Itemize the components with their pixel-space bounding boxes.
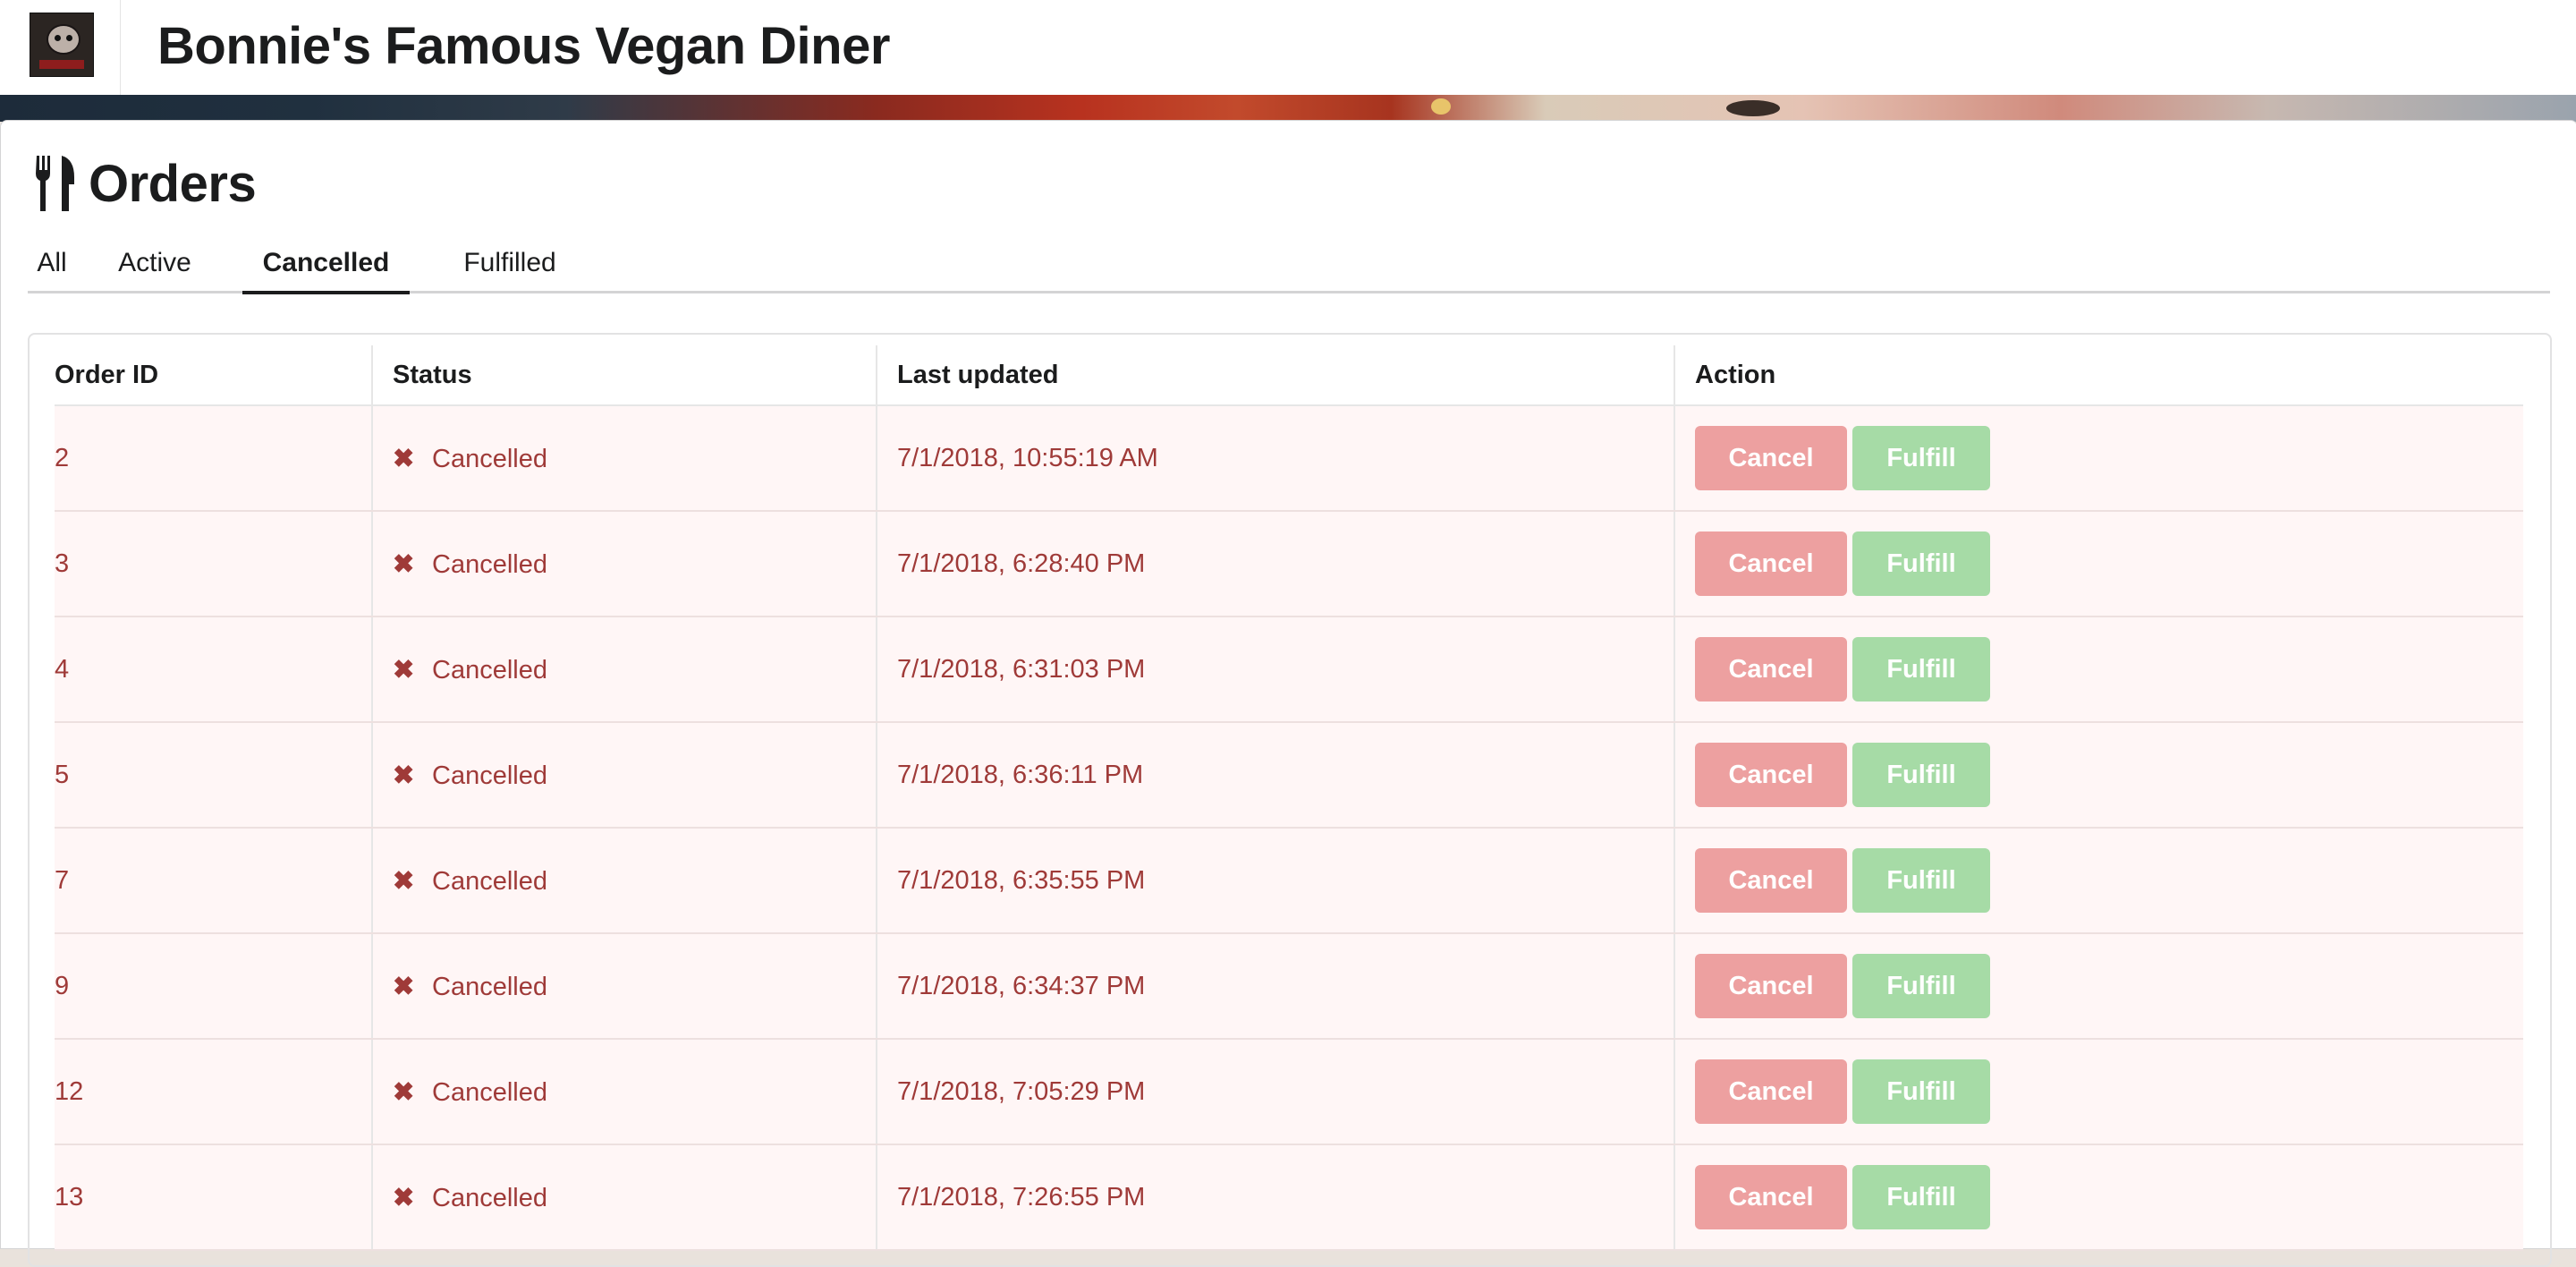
- table-row: 5 ✖ Cancelled 7/1/2018, 6:36:11 PM Cancel…: [55, 722, 2523, 829]
- page-header: Orders: [35, 151, 257, 216]
- table-row: 4 ✖ Cancelled 7/1/2018, 6:31:03 PM Cancel…: [55, 616, 2523, 723]
- status-text: Cancelled: [432, 866, 547, 896]
- cancel-x-icon: ✖: [393, 655, 415, 685]
- cancel-x-icon: ✖: [393, 1183, 415, 1212]
- last-updated-cell: 7/1/2018, 6:34:37 PM: [876, 933, 1674, 1040]
- fulfill-button[interactable]: Fulfill: [1852, 637, 1990, 702]
- status-cell: ✖ Cancelled: [371, 511, 877, 617]
- order-id-cell: 13: [55, 1144, 372, 1251]
- cancel-button[interactable]: Cancel: [1695, 426, 1847, 490]
- action-cell: Cancel Fulfill: [1674, 1144, 2523, 1251]
- fulfill-button[interactable]: Fulfill: [1852, 426, 1990, 490]
- last-updated-cell: 7/1/2018, 7:26:55 PM: [876, 1144, 1674, 1251]
- order-id-cell: 2: [55, 405, 372, 512]
- status-cell: ✖ Cancelled: [371, 405, 877, 512]
- table-header-row: Order ID Status Last updated Action: [55, 345, 2523, 406]
- action-cell: Cancel Fulfill: [1674, 1039, 2523, 1145]
- order-id-cell: 3: [55, 511, 372, 617]
- order-filter-tabs: All Active Cancelled Fulfilled: [28, 241, 2550, 294]
- column-header-order-id[interactable]: Order ID: [55, 345, 372, 406]
- cancel-x-icon: ✖: [393, 761, 415, 790]
- last-updated-cell: 7/1/2018, 6:35:55 PM: [876, 828, 1674, 934]
- app-title[interactable]: Bonnie's Famous Vegan Diner: [157, 0, 890, 95]
- action-cell: Cancel Fulfill: [1674, 405, 2523, 512]
- status-text: Cancelled: [432, 1183, 547, 1212]
- diner-logo-icon: [30, 13, 94, 77]
- column-header-action[interactable]: Action: [1674, 345, 2523, 406]
- cancel-button[interactable]: Cancel: [1695, 848, 1847, 913]
- cancel-button[interactable]: Cancel: [1695, 743, 1847, 807]
- last-updated-cell: 7/1/2018, 7:05:29 PM: [876, 1039, 1674, 1145]
- order-id-cell: 5: [55, 722, 372, 829]
- action-cell: Cancel Fulfill: [1674, 616, 2523, 723]
- header-background-photo: [0, 95, 2576, 122]
- last-updated-cell: 7/1/2018, 6:31:03 PM: [876, 616, 1674, 723]
- logo-menu-item[interactable]: [0, 0, 121, 95]
- table-row: 3 ✖ Cancelled 7/1/2018, 6:28:40 PM Cancel…: [55, 511, 2523, 617]
- last-updated-cell: 7/1/2018, 6:28:40 PM: [876, 511, 1674, 617]
- cancel-x-icon: ✖: [393, 972, 415, 1001]
- action-cell: Cancel Fulfill: [1674, 933, 2523, 1040]
- cancel-button[interactable]: Cancel: [1695, 531, 1847, 596]
- status-text: Cancelled: [432, 761, 547, 790]
- orders-panel: Orders All Active Cancelled Fulfilled Or…: [0, 120, 2576, 1267]
- cancel-button[interactable]: Cancel: [1695, 1059, 1847, 1124]
- status-cell: ✖ Cancelled: [371, 722, 877, 829]
- fulfill-button[interactable]: Fulfill: [1852, 743, 1990, 807]
- fulfill-button[interactable]: Fulfill: [1852, 1165, 1990, 1229]
- status-cell: ✖ Cancelled: [371, 828, 877, 934]
- status-text: Cancelled: [432, 655, 547, 685]
- action-cell: Cancel Fulfill: [1674, 722, 2523, 829]
- status-cell: ✖ Cancelled: [371, 1039, 877, 1145]
- fulfill-button[interactable]: Fulfill: [1852, 848, 1990, 913]
- cancel-x-icon: ✖: [393, 444, 415, 473]
- status-text: Cancelled: [432, 1077, 547, 1107]
- orders-table: Order ID Status Last updated Action 2 ✖ C…: [55, 345, 2523, 1251]
- fulfill-button[interactable]: Fulfill: [1852, 531, 1990, 596]
- last-updated-cell: 7/1/2018, 6:36:11 PM: [876, 722, 1674, 829]
- table-row: 9 ✖ Cancelled 7/1/2018, 6:34:37 PM Cancel…: [55, 933, 2523, 1040]
- cancel-x-icon: ✖: [393, 866, 415, 896]
- fulfill-button[interactable]: Fulfill: [1852, 954, 1990, 1018]
- tab-all[interactable]: All: [28, 241, 76, 291]
- action-cell: Cancel Fulfill: [1674, 511, 2523, 617]
- tab-fulfilled[interactable]: Fulfilled: [430, 241, 589, 291]
- top-menu-bar: Bonnie's Famous Vegan Diner: [0, 0, 2576, 96]
- table-row: 12 ✖ Cancelled 7/1/2018, 7:05:29 PM Cance…: [55, 1039, 2523, 1145]
- status-text: Cancelled: [432, 444, 547, 473]
- order-id-cell: 9: [55, 933, 372, 1040]
- status-cell: ✖ Cancelled: [371, 933, 877, 1040]
- cancel-x-icon: ✖: [393, 1077, 415, 1107]
- fulfill-button[interactable]: Fulfill: [1852, 1059, 1990, 1124]
- action-cell: Cancel Fulfill: [1674, 828, 2523, 934]
- column-header-status[interactable]: Status: [371, 345, 877, 406]
- tab-active[interactable]: Active: [105, 241, 205, 291]
- order-id-cell: 12: [55, 1039, 372, 1145]
- cancel-button[interactable]: Cancel: [1695, 637, 1847, 702]
- table-row: 13 ✖ Cancelled 7/1/2018, 7:26:55 PM Cance…: [55, 1144, 2523, 1251]
- page-title: Orders: [89, 154, 257, 213]
- status-cell: ✖ Cancelled: [371, 616, 877, 723]
- status-cell: ✖ Cancelled: [371, 1144, 877, 1251]
- cancel-button[interactable]: Cancel: [1695, 954, 1847, 1018]
- tab-cancelled[interactable]: Cancelled: [242, 241, 410, 294]
- cancel-button[interactable]: Cancel: [1695, 1165, 1847, 1229]
- order-id-cell: 4: [55, 616, 372, 723]
- table-row: 7 ✖ Cancelled 7/1/2018, 6:35:55 PM Cancel…: [55, 828, 2523, 934]
- order-id-cell: 7: [55, 828, 372, 934]
- last-updated-cell: 7/1/2018, 10:55:19 AM: [876, 405, 1674, 512]
- orders-table-container: Order ID Status Last updated Action 2 ✖ C…: [28, 333, 2552, 1267]
- status-text: Cancelled: [432, 549, 547, 579]
- fork-knife-icon: [36, 156, 74, 211]
- column-header-last-updated[interactable]: Last updated: [876, 345, 1674, 406]
- table-row: 2 ✖ Cancelled 7/1/2018, 10:55:19 AM Cance…: [55, 405, 2523, 512]
- cancel-x-icon: ✖: [393, 549, 415, 579]
- status-text: Cancelled: [432, 972, 547, 1001]
